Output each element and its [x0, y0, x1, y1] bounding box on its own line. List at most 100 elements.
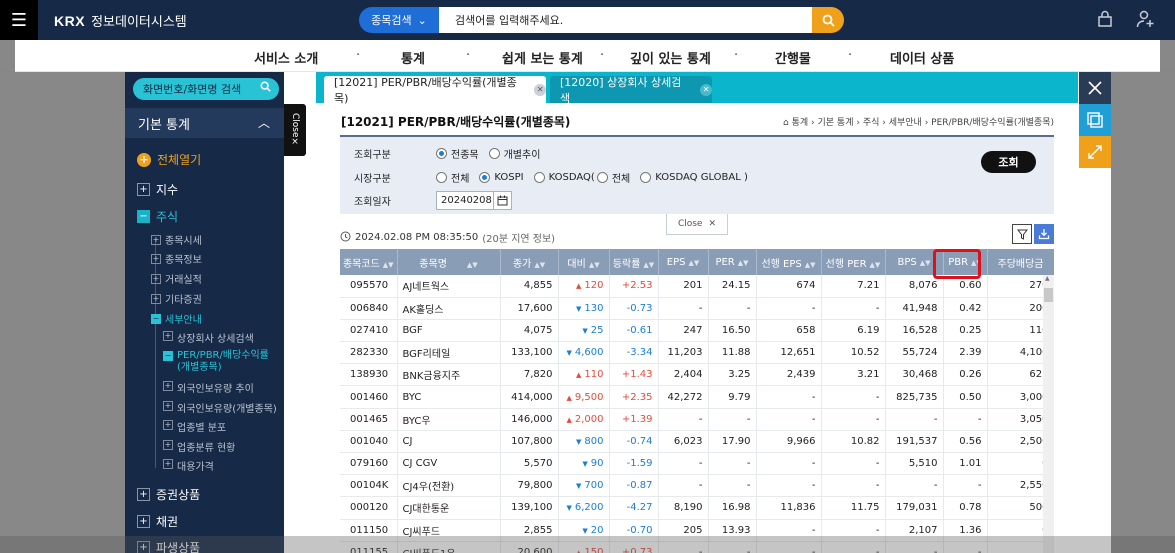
sidebar-subitem-detail[interactable]: − 세부안내: [151, 311, 202, 326]
sidebar-expand-all[interactable]: + 전체열기: [137, 151, 201, 168]
tab-per-pbr[interactable]: [12021] PER/PBR/배당수익률(개별종목) ✕: [324, 76, 546, 105]
cell-code: 001465: [340, 408, 398, 431]
table-row[interactable]: 001460 BYC 414,000 ▲ 9,500 +2.35 42,272 9.79- -8…: [340, 385, 1054, 409]
logo-text: 정보데이터시스템: [91, 15, 187, 30]
menu-service-intro[interactable]: 서비스 소개: [254, 48, 318, 67]
radio-individual-trend[interactable]: 개별추이: [488, 146, 540, 161]
cell-per: -: [708, 408, 757, 431]
table-row[interactable]: 006840 AK홀딩스 17,600 ▼ 130 -0.73- - - -41,948 0.42…: [340, 297, 1054, 320]
breadcrumb-item[interactable]: 세부안내: [889, 118, 922, 128]
menu-deep-stats[interactable]: 깊이 있는 통계: [630, 48, 711, 67]
lock-icon[interactable]: [1097, 10, 1113, 32]
search-button[interactable]: 조회: [981, 151, 1036, 173]
sidebar-search-input[interactable]: 화면번호/화면명 검색: [133, 78, 279, 100]
radio-market-all[interactable]: 전체: [436, 170, 469, 185]
cell-pbr: -: [943, 474, 988, 498]
cell-name: AJ네트웍스: [397, 275, 501, 298]
table-row[interactable]: 011150 CJ씨푸드 2,855 ▼ 20 -0.70 205 13.93- -2,107 1…: [340, 519, 1054, 542]
expand-all-label: 전체열기: [157, 153, 202, 167]
sidebar-detail-per-pbr[interactable]: − PER/PBR/배당수익률(개별종목): [163, 350, 281, 374]
close-icon[interactable]: [1079, 72, 1111, 104]
table-row[interactable]: 138930 BNK금융지주 7,820 ▲ 110 +1.43 2,404 3.25 2,43…: [340, 363, 1054, 387]
col-header-close[interactable]: 종가 ▲▼: [500, 249, 559, 275]
logo[interactable]: KRX 정보데이터시스템: [54, 11, 187, 31]
table-row[interactable]: 001465 BYC우 146,000 ▲ 2,000 +1.39- - - - - -3,050: [340, 408, 1054, 431]
col-header-rate[interactable]: 등락률 ▲▼: [609, 249, 659, 275]
col-header-eps[interactable]: EPS ▲▼: [658, 249, 709, 275]
table-row[interactable]: 011155CJ씨푸드1우20,600▲150+0.73-------: [340, 541, 1054, 553]
table-scrollbar[interactable]: ▲: [1043, 275, 1054, 553]
radio-kospi[interactable]: KOSPI: [479, 172, 524, 183]
breadcrumb-item[interactable]: 기본 통계: [818, 118, 854, 128]
table-row[interactable]: 027410 BGF 4,075 ▼ 25 -0.61 247 16.50 658 6.19 16,…: [340, 319, 1054, 343]
add-user-icon[interactable]: [1136, 10, 1156, 33]
sidebar-subitem-info[interactable]: + 종목정보: [151, 251, 202, 266]
radio-unselected: [596, 172, 608, 183]
radio-kosdaq-all[interactable]: 전체: [596, 170, 630, 185]
sidebar-section-header[interactable]: 기본 통계 ︿: [125, 108, 284, 138]
calendar-icon[interactable]: [494, 191, 512, 210]
sidebar-item-bonds[interactable]: + 채권: [137, 513, 178, 530]
radio-kosdaq-global[interactable]: KOSDAQ GLOBAL ): [640, 172, 748, 183]
table-row[interactable]: 001040 CJ 107,800 ▼ 800 -0.74 6,023 17.90 9,966 1…: [340, 430, 1054, 454]
sidebar-item-label: 지수: [156, 183, 179, 197]
filter-icon[interactable]: [1012, 224, 1032, 244]
download-icon[interactable]: [1034, 224, 1054, 244]
home-icon[interactable]: ⌂: [783, 118, 789, 128]
scrollbar-thumb[interactable]: [1044, 288, 1053, 302]
sidebar-detail-foreign-trend[interactable]: + 외국인보유량 추이: [163, 380, 254, 395]
sidebar-subitem-trading[interactable]: + 거래실적: [151, 271, 202, 286]
sidebar-item-securities-products[interactable]: + 증권상품: [137, 486, 200, 503]
col-header-fwd-eps[interactable]: 선행 EPS ▲▼: [756, 249, 822, 275]
scroll-up-icon[interactable]: ▲: [1045, 275, 1050, 282]
cell-rate: -1.59: [609, 452, 659, 476]
table-row[interactable]: 079160CJ CGV5,570▼90-1.59----5,5101.010: [340, 452, 1054, 476]
close-icon[interactable]: ✕: [534, 83, 546, 96]
expand-icon[interactable]: [1079, 136, 1111, 168]
close-icon[interactable]: ✕: [700, 83, 712, 96]
table-row[interactable]: 000120 CJ대한통운 139,100 ▼ 6,200 -4.27 8,190 16.98…: [340, 496, 1054, 520]
menu-data-products[interactable]: 데이터 상품: [890, 48, 954, 67]
date-input[interactable]: 20240208: [436, 191, 494, 210]
search-icon[interactable]: [812, 7, 844, 33]
col-header-code[interactable]: 종목코드 ▲▼: [340, 249, 398, 275]
sidebar-item-derivatives[interactable]: + 파생상품: [137, 539, 200, 553]
col-header-name[interactable]: 종목명 ▲▼: [397, 249, 501, 275]
menu-stats[interactable]: 통계: [401, 48, 425, 67]
col-header-change[interactable]: 대비 ▲▼: [558, 249, 610, 275]
col-header-dividend[interactable]: 주당배당금: [987, 249, 1054, 275]
menu-publications[interactable]: 간행물: [775, 48, 811, 67]
radio-all-stocks[interactable]: 전종목: [436, 146, 479, 161]
breadcrumb-item[interactable]: PER/PBR/배당수익률(개별종목): [931, 118, 1054, 128]
menu-separator: ·: [356, 48, 361, 63]
filter-close-toggle[interactable]: Close ✕: [666, 214, 728, 235]
sidebar-item-stock[interactable]: − 주식: [137, 208, 178, 225]
cell-change: ▼ 20: [558, 519, 610, 542]
sidebar-detail-industry-class[interactable]: + 업종분류 현황: [163, 439, 235, 454]
cell-rate: +2.53: [609, 275, 659, 298]
search-input[interactable]: 검색어를 입력해주세요.: [439, 7, 812, 33]
search-scope-select[interactable]: 종목검색 ⌄: [359, 7, 439, 33]
copy-window-icon[interactable]: [1079, 104, 1111, 136]
col-header-per[interactable]: PER ▲▼: [708, 249, 757, 275]
sidebar-subitem-other[interactable]: + 기타증권: [151, 291, 202, 306]
col-header-fwd-per[interactable]: 선행 PER ▲▼: [821, 249, 886, 275]
table-row[interactable]: 00104K CJ4우(전환) 79,800 ▼ 700 -0.87- - - - - -2,550: [340, 474, 1054, 498]
menu-icon[interactable]: ☰: [0, 0, 38, 40]
sidebar-close-tab[interactable]: Close ×: [284, 104, 306, 156]
tab-company-search[interactable]: [12020] 상장회사 상세검색 ✕: [550, 76, 712, 105]
sidebar-detail-industry-dist[interactable]: + 업종별 분포: [163, 419, 226, 434]
plus-box-icon: +: [163, 381, 173, 391]
radio-kosdaq[interactable]: KOSDAQ(: [533, 172, 595, 183]
cell-close: 79,800: [500, 474, 559, 498]
breadcrumb-item[interactable]: 통계: [792, 118, 809, 128]
sidebar-detail-substitute-price[interactable]: + 대용가격: [163, 458, 214, 473]
breadcrumb-item[interactable]: 주식: [863, 118, 880, 128]
sidebar-detail-company-search[interactable]: + 상장회사 상세검색: [163, 330, 254, 345]
cell-per: 17.90: [708, 430, 757, 454]
sidebar-detail-foreign-stock[interactable]: + 외국인보유량(개별종목): [163, 400, 277, 415]
table-row[interactable]: 282330 BGF리테일 133,100 ▼ 4,600 -3.34 11,203 11.8…: [340, 341, 1054, 365]
sidebar-subitem-quotes[interactable]: + 종목시세: [151, 232, 202, 247]
sidebar-item-index[interactable]: + 지수: [137, 181, 178, 198]
menu-easy-stats[interactable]: 쉽게 보는 통계: [502, 48, 583, 67]
